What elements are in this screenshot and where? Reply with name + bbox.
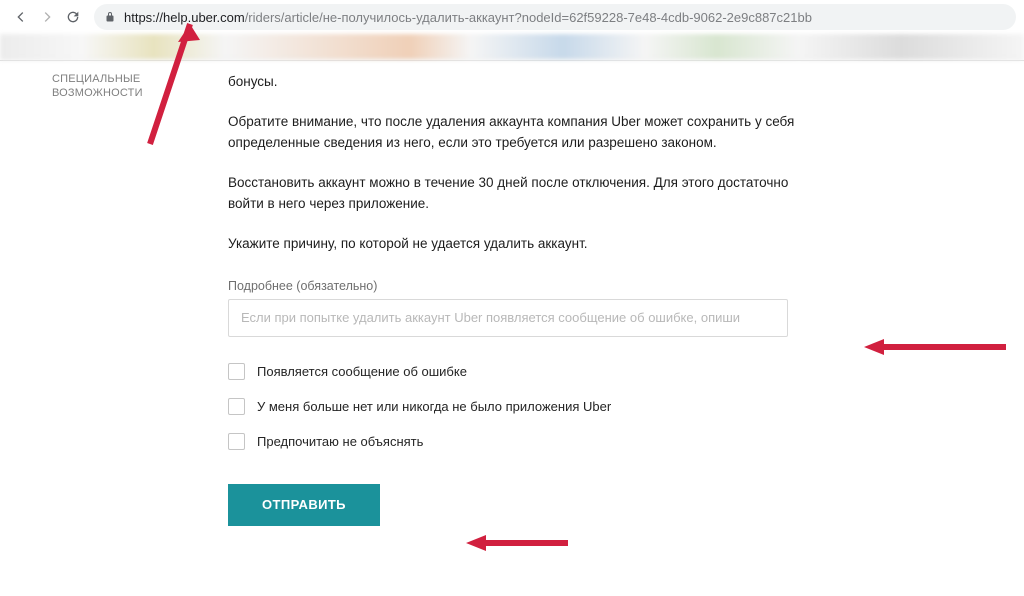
- sidebar: СПЕЦИАЛЬНЫЕ ВОЗМОЖНОСТИ: [0, 69, 160, 526]
- sidebar-item-label-line2: ВОЗМОЖНОСТИ: [52, 87, 143, 99]
- submit-button[interactable]: ОТПРАВИТЬ: [228, 484, 380, 526]
- checkbox-noexplain[interactable]: [228, 433, 245, 450]
- arrow-left-icon: [13, 9, 29, 25]
- option-error-row[interactable]: Появляется сообщение об ошибке: [228, 363, 818, 380]
- page-body: СПЕЦИАЛЬНЫЕ ВОЗМОЖНОСТИ бонусы. Обратите…: [0, 61, 1024, 526]
- annotation-arrow-submit: [462, 528, 572, 558]
- article-content: бонусы. Обратите внимание, что после уда…: [228, 69, 818, 526]
- reload-button[interactable]: [60, 4, 86, 30]
- back-button[interactable]: [8, 4, 34, 30]
- browser-chrome: https://help.uber.com/riders/article/не-…: [0, 0, 1024, 34]
- option-error-label: Появляется сообщение об ошибке: [257, 364, 467, 379]
- address-bar[interactable]: https://help.uber.com/riders/article/не-…: [94, 4, 1016, 30]
- bookmarks-bar-blurred: [0, 34, 1024, 60]
- option-noapp-label: У меня больше нет или никогда не было пр…: [257, 399, 611, 414]
- submit-button-label: ОТПРАВИТЬ: [262, 497, 346, 512]
- paragraph-notice: Обратите внимание, что после удаления ак…: [228, 111, 818, 154]
- paragraph-restore: Восстановить аккаунт можно в течение 30 …: [228, 172, 818, 215]
- forward-button[interactable]: [34, 4, 60, 30]
- paragraph-bonuses: бонусы.: [228, 71, 818, 93]
- option-noexplain-row[interactable]: Предпочитаю не объяснять: [228, 433, 818, 450]
- option-noexplain-label: Предпочитаю не объяснять: [257, 434, 423, 449]
- checkbox-error[interactable]: [228, 363, 245, 380]
- sidebar-item-label-line1: СПЕЦИАЛЬНЫЕ: [52, 73, 140, 85]
- arrow-right-icon: [39, 9, 55, 25]
- paragraph-reason-prompt: Укажите причину, по которой не удается у…: [228, 233, 818, 255]
- url-path: /riders/article/не-получилось-удалить-ак…: [245, 10, 812, 25]
- checkbox-noapp[interactable]: [228, 398, 245, 415]
- lock-icon: [104, 11, 116, 23]
- sidebar-item-accessibility[interactable]: СПЕЦИАЛЬНЫЕ ВОЗМОЖНОСТИ: [52, 73, 160, 101]
- details-input[interactable]: [228, 299, 788, 337]
- url-host: https://help.uber.com: [124, 10, 245, 25]
- details-label: Подробнее (обязательно): [228, 279, 818, 293]
- reload-icon: [65, 9, 81, 25]
- option-noapp-row[interactable]: У меня больше нет или никогда не было пр…: [228, 398, 818, 415]
